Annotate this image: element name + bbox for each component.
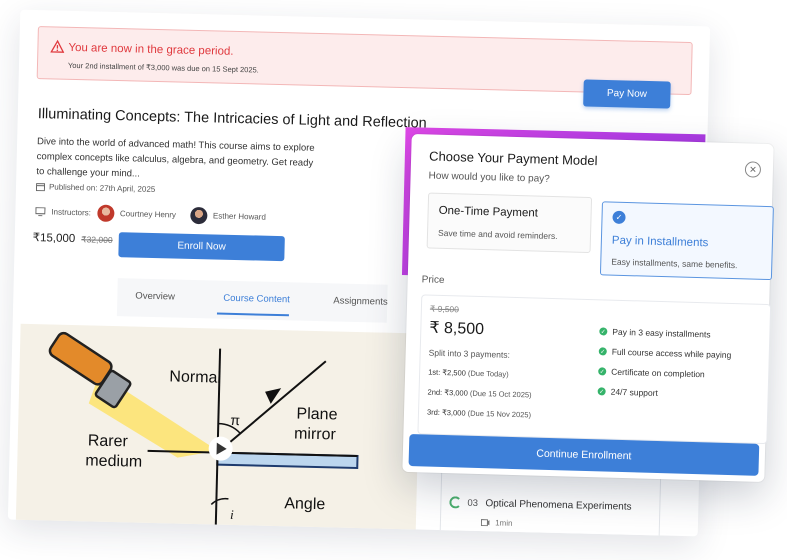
instructors: Instructors: Courtney Henry Esther Howar… xyxy=(35,203,266,226)
option-title: One-Time Payment xyxy=(438,204,539,220)
modal-subtitle: How would you like to pay? xyxy=(428,170,550,185)
payment-model-modal: Choose Your Payment Model How would you … xyxy=(402,134,774,482)
tab-active-indicator xyxy=(216,312,289,317)
price-original: ₹32,000 xyxy=(81,234,113,245)
diagram-label: Angle xyxy=(284,495,325,513)
diagram-label: i xyxy=(230,507,234,522)
feature-item: ✓ Full course access while paying xyxy=(598,346,732,361)
installment-row: 1st: ₹2,500 (Due Today) xyxy=(428,368,509,379)
avatar xyxy=(189,206,208,225)
diagram-label: Normal xyxy=(169,368,221,386)
installment-amount: ₹3,000 xyxy=(441,407,466,418)
check-circle-icon: ✓ xyxy=(599,327,608,336)
calendar-icon xyxy=(35,183,46,192)
reflection-diagram: Normal π Plane mirror Rarer medium Angle… xyxy=(15,323,421,534)
check-circle-icon: ✓ xyxy=(598,367,607,376)
instructor-name[interactable]: Esther Howard xyxy=(213,211,266,221)
check-circle-icon: ✓ xyxy=(598,347,607,356)
modal-title: Choose Your Payment Model xyxy=(428,148,598,169)
installment-label: 3rd: xyxy=(426,407,441,417)
split-text: Split into 3 payments: xyxy=(428,347,511,360)
price-original: ₹ 9,500 xyxy=(429,303,460,315)
lesson-duration: 1min xyxy=(480,518,513,528)
installment-row: 3rd: ₹3,000 (Due 15 Nov 2025) xyxy=(427,408,531,420)
tab-overview[interactable]: Overview xyxy=(135,291,175,303)
diagram-label: π xyxy=(230,412,240,428)
progress-ring-icon xyxy=(449,496,462,509)
stage: You are now in the grace period. Your 2n… xyxy=(0,0,787,560)
course-title: Illuminating Concepts: The Intricacies o… xyxy=(37,106,427,132)
feature-text: 24/7 support xyxy=(610,386,659,398)
diagram-label: medium xyxy=(85,452,142,470)
diagram-label: mirror xyxy=(294,425,337,443)
grace-subtitle: Your 2nd installment of ₹3,000 was due o… xyxy=(67,60,259,75)
option-description: Save time and avoid reminders. xyxy=(437,227,558,242)
price-summary: ₹ 9,500 ₹ 8,500 Split into 3 payments: 1… xyxy=(417,294,772,445)
tab-assignments[interactable]: Assignments xyxy=(333,295,388,307)
installment-label: 2nd: xyxy=(427,387,443,397)
instructor-icon xyxy=(35,207,46,217)
grace-title: You are now in the grace period. xyxy=(68,41,234,58)
installment-amount: ₹3,000 xyxy=(444,388,468,398)
one-time-payment-option[interactable]: One-Time Payment Save time and avoid rem… xyxy=(426,192,593,254)
lesson-number: 03 xyxy=(467,497,479,509)
check-icon: ✓ xyxy=(612,210,626,225)
instructor-name[interactable]: Courtney Henry xyxy=(120,209,176,219)
installment-due: (Due 15 Nov 2025) xyxy=(467,408,532,420)
lesson-item[interactable]: 03 Optical Phenomena Experiments 1min xyxy=(439,470,662,537)
pay-now-button[interactable]: Pay Now xyxy=(583,79,671,109)
option-title: Pay in Installments xyxy=(611,234,709,250)
course-tabs: Overview Course Content Assignments xyxy=(116,278,388,323)
installment-row: 2nd: ₹3,000 (Due 15 Oct 2025) xyxy=(427,388,531,400)
video-icon xyxy=(480,519,490,527)
installment-amount: ₹2,500 xyxy=(442,367,466,378)
option-description: Easy installments, same benefits. xyxy=(611,256,738,271)
course-price: ₹15,000 ₹32,000 xyxy=(33,230,113,246)
price-current: ₹15,000 xyxy=(32,232,76,246)
installment-label: 1st: xyxy=(428,367,441,377)
course-description: Dive into the world of advanced math! Th… xyxy=(36,136,315,180)
lesson-duration-text: 1min xyxy=(495,518,513,528)
diagram-label: Plane xyxy=(296,406,337,424)
tab-course-content[interactable]: Course Content xyxy=(223,293,290,306)
installment-due: (Due Today) xyxy=(467,368,509,379)
feature-text: Certificate on completion xyxy=(611,366,705,380)
published-text: Published on: 27th April, 2025 xyxy=(48,182,156,194)
feature-item: ✓ Certificate on completion xyxy=(598,366,705,379)
close-icon[interactable]: ✕ xyxy=(744,161,762,178)
feature-text: Full course access while paying xyxy=(611,346,732,361)
warning-icon xyxy=(50,39,65,53)
avatar xyxy=(96,204,115,222)
feature-item: ✓ 24/7 support xyxy=(597,386,659,398)
diagram-label: Rarer xyxy=(88,432,129,450)
flashlight-illustration xyxy=(48,331,218,458)
price-current: ₹ 8,500 xyxy=(429,319,485,339)
installment-due: (Due 15 Oct 2025) xyxy=(469,388,532,400)
installments-option[interactable]: ✓ Pay in Installments Easy installments,… xyxy=(599,201,774,281)
feature-text: Pay in 3 easy installments xyxy=(612,326,711,340)
lesson-title: Optical Phenomena Experiments xyxy=(485,498,632,513)
enroll-now-button[interactable]: Enroll Now xyxy=(118,232,285,262)
instructors-label: Instructors: xyxy=(51,207,92,218)
published-date: Published on: 27th April, 2025 xyxy=(35,182,156,194)
price-label: Price xyxy=(421,274,445,286)
check-circle-icon: ✓ xyxy=(597,387,606,396)
feature-item: ✓ Pay in 3 easy installments xyxy=(599,326,711,339)
